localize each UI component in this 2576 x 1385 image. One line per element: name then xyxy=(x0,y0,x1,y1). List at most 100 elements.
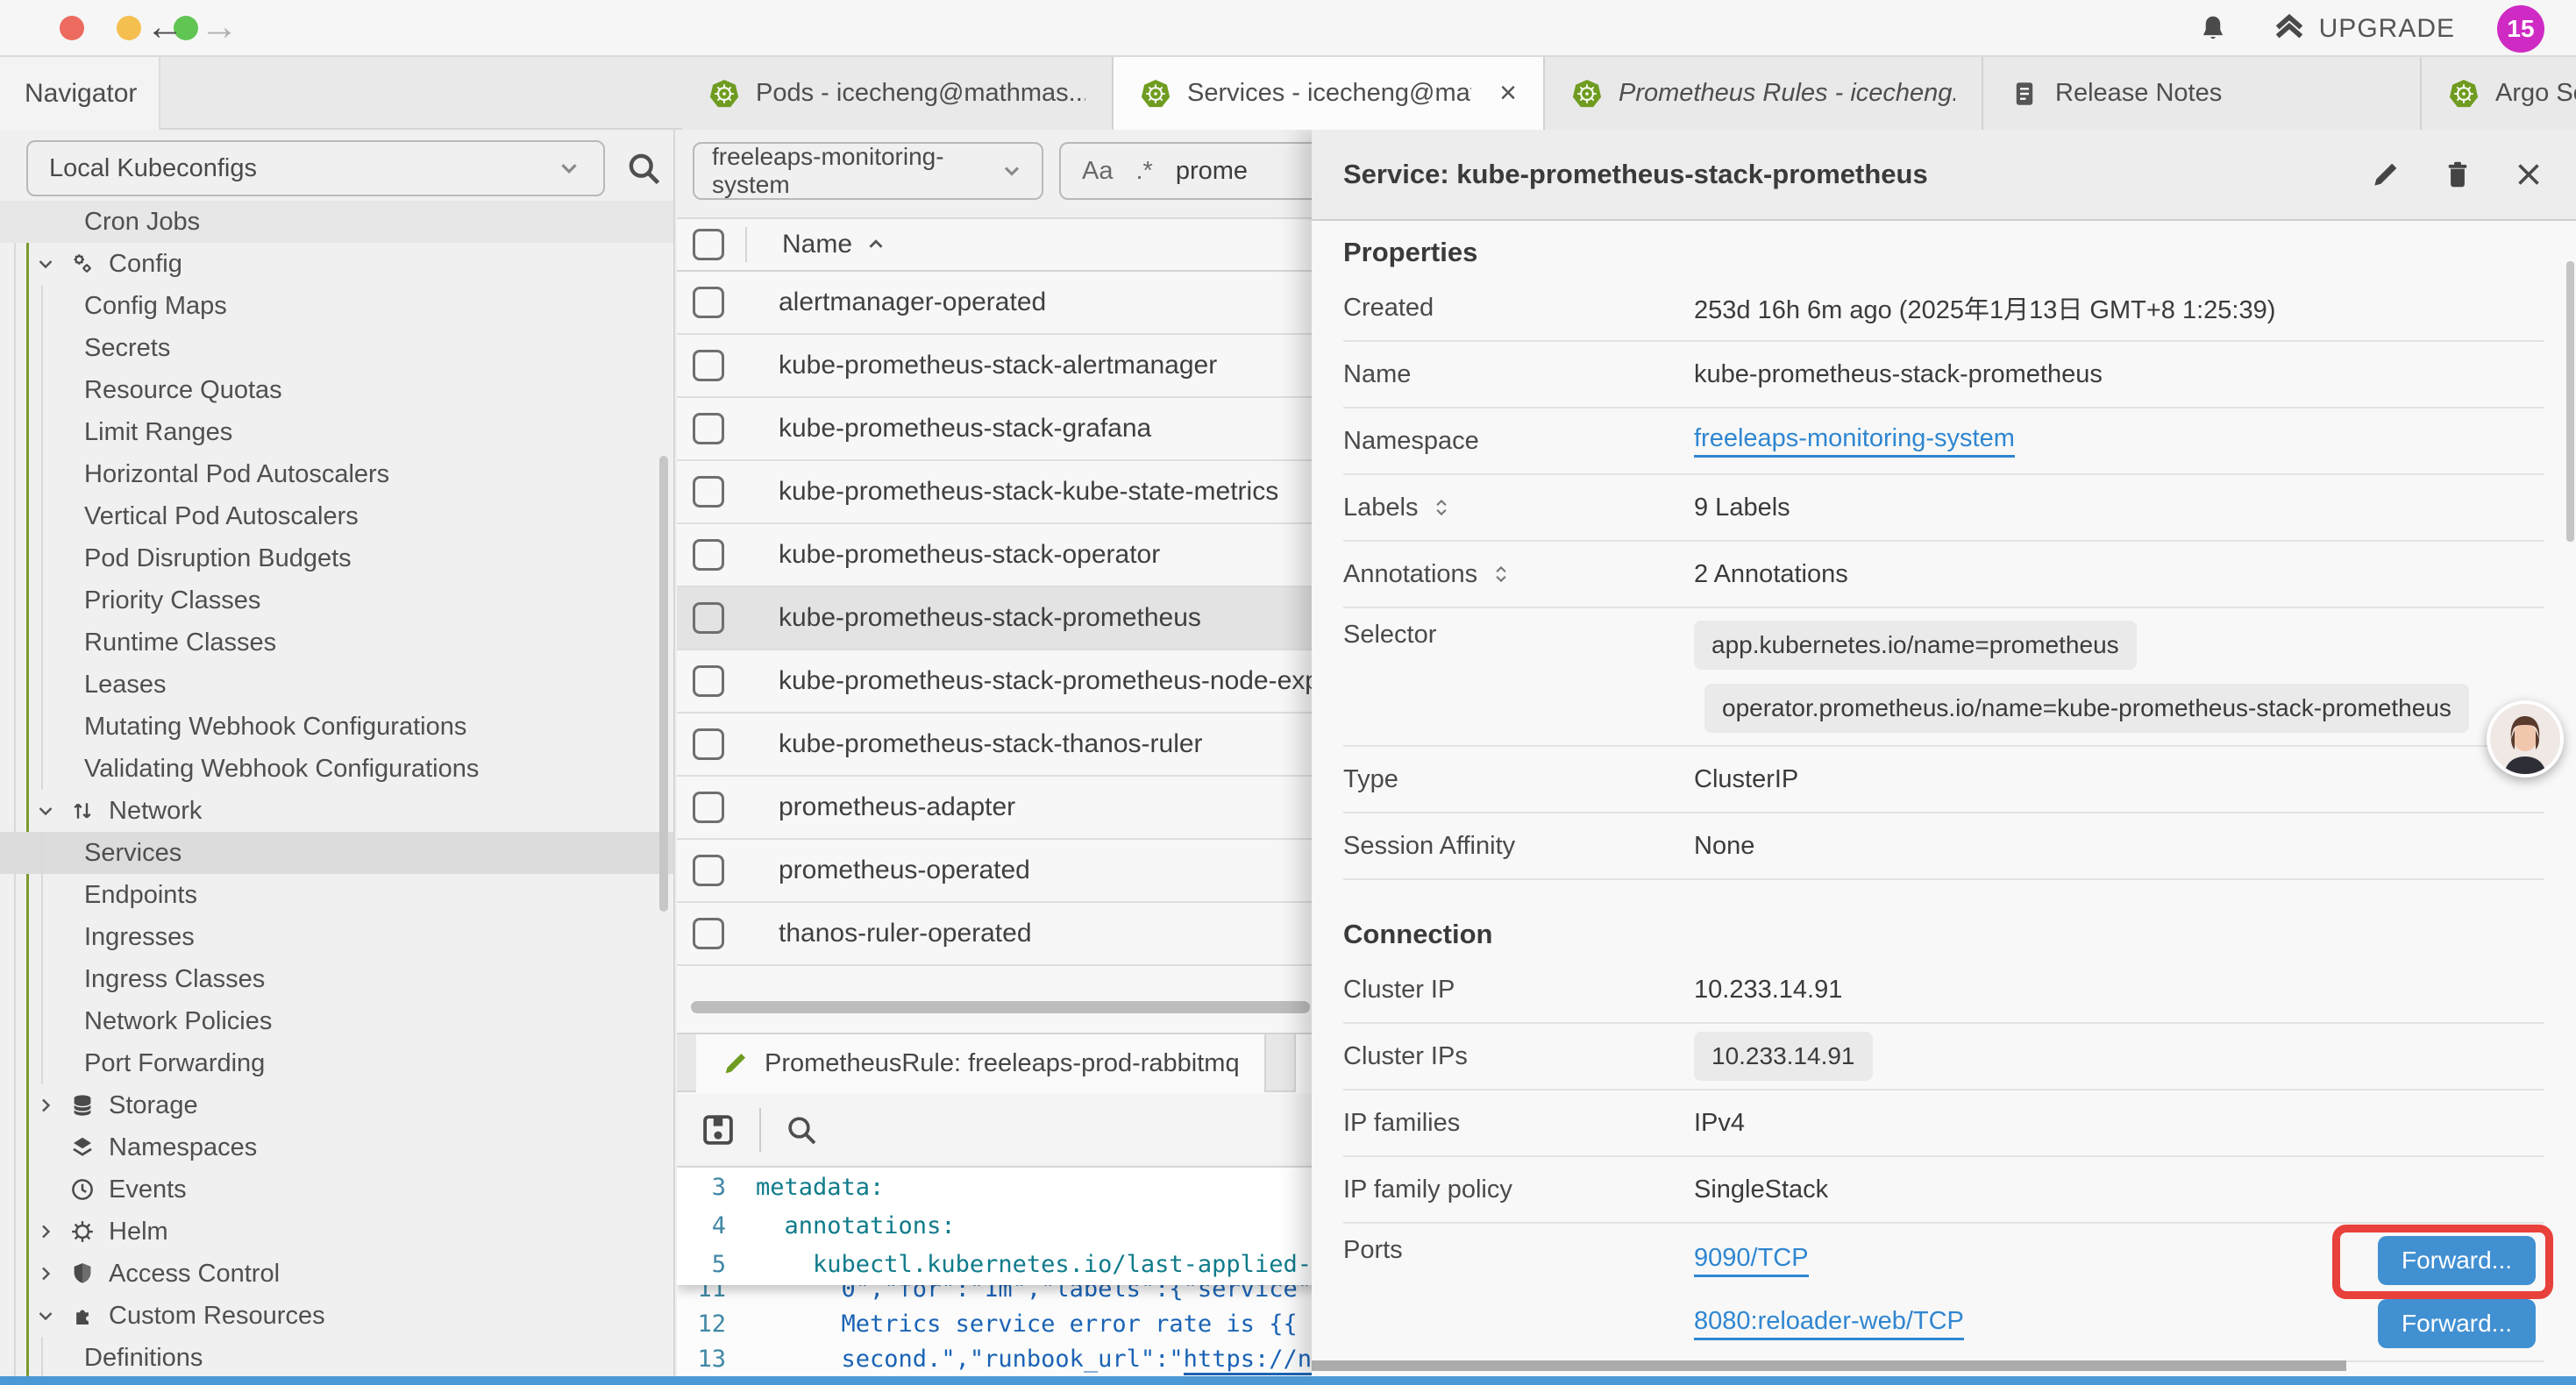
sidebar-item-config[interactable]: Config xyxy=(0,243,675,285)
sidebar-item-namespaces[interactable]: Namespaces xyxy=(0,1126,675,1168)
save-icon[interactable] xyxy=(700,1112,737,1148)
row-checkbox[interactable] xyxy=(693,665,724,697)
tab-close-icon[interactable]: × xyxy=(1499,76,1517,110)
upgrade-button[interactable]: UPGRADE xyxy=(2272,11,2455,46)
sidebar-item-port-forwarding[interactable]: Port Forwarding xyxy=(0,1042,675,1084)
editor-tab-prometheusrule[interactable]: PrometheusRule: freeleaps-prod-rabbitmq xyxy=(696,1034,1266,1092)
forward-arrow-icon[interactable]: → xyxy=(195,5,244,49)
detail-row-label: IP families xyxy=(1343,1109,1460,1138)
sidebar-item-ingress-classes[interactable]: Ingress Classes xyxy=(0,958,675,1000)
sidebar-item-limit-ranges[interactable]: Limit Ranges xyxy=(0,411,675,453)
sidebar-item-horizontal-pod-autoscalers[interactable]: Horizontal Pod Autoscalers xyxy=(0,453,675,495)
regex-toggle[interactable]: .* xyxy=(1135,157,1152,186)
row-checkbox[interactable] xyxy=(693,413,724,444)
chevron-down-icon[interactable] xyxy=(35,800,58,821)
row-checkbox[interactable] xyxy=(693,476,724,508)
document-tab-1[interactable]: Pods - icecheng@mathmas... xyxy=(682,57,1114,130)
document-tab-5[interactable]: Argo Se xyxy=(2422,57,2576,130)
detail-horizontal-scrollbar[interactable] xyxy=(1312,1360,2346,1371)
code-text: kubectl.kubernetes.io/last-applied-co xyxy=(756,1251,1340,1278)
sidebar-item-cron-jobs[interactable]: Cron Jobs xyxy=(0,201,675,243)
sidebar-item-secrets[interactable]: Secrets xyxy=(0,327,675,369)
sidebar-item-validating-webhook-configurations[interactable]: Validating Webhook Configurations xyxy=(0,748,675,790)
sidebar-item-runtime-classes[interactable]: Runtime Classes xyxy=(0,621,675,664)
user-avatar[interactable] xyxy=(2487,700,2564,778)
back-arrow-icon[interactable]: ← xyxy=(140,5,189,49)
sidebar-item-definitions[interactable]: Definitions xyxy=(0,1337,675,1378)
document-tab-2[interactable]: Services - icecheng@math... × xyxy=(1114,57,1545,130)
sort-toggle-icon[interactable] xyxy=(1430,496,1453,519)
section-heading-properties: Properties xyxy=(1343,221,2544,275)
sidebar-item-label: Events xyxy=(109,1175,187,1204)
edit-pencil-icon[interactable] xyxy=(2369,158,2402,191)
row-checkbox[interactable] xyxy=(693,539,724,571)
sidebar-item-resource-quotas[interactable]: Resource Quotas xyxy=(0,369,675,411)
sidebar-item-endpoints[interactable]: Endpoints xyxy=(0,874,675,916)
match-case-toggle[interactable]: Aa xyxy=(1082,157,1113,186)
forward-button[interactable]: Forward... xyxy=(2378,1236,2536,1285)
code-token: Metrics service error rate is {{ $va xyxy=(756,1310,1355,1338)
row-checkbox[interactable] xyxy=(693,287,724,318)
sidebar-item-events[interactable]: Events xyxy=(0,1168,675,1211)
row-checkbox[interactable] xyxy=(693,350,724,381)
sidebar-item-priority-classes[interactable]: Priority Classes xyxy=(0,579,675,621)
sidebar-item-custom-resources[interactable]: Custom Resources xyxy=(0,1295,675,1337)
sidebar-item-config-maps[interactable]: Config Maps xyxy=(0,285,675,327)
close-icon[interactable] xyxy=(2513,159,2544,190)
detail-value: 10.233.14.91 xyxy=(1694,976,1842,1005)
sidebar-item-label: Helm xyxy=(109,1218,168,1246)
code-token: kubectl.kubernetes.io/last-applied-co xyxy=(756,1251,1340,1278)
namespace-select[interactable]: freeleaps-monitoring-system xyxy=(693,142,1043,200)
row-checkbox[interactable] xyxy=(693,728,724,760)
chevron-down-icon[interactable] xyxy=(35,253,58,274)
detail-value: 2 Annotations xyxy=(1694,560,1848,589)
line-number: 12 xyxy=(677,1310,756,1338)
row-checkbox[interactable] xyxy=(693,602,724,634)
sidebar-item-pod-disruption-budgets[interactable]: Pod Disruption Budgets xyxy=(0,537,675,579)
detail-vertical-scrollbar[interactable] xyxy=(2566,261,2574,542)
select-all-checkbox[interactable] xyxy=(693,229,724,260)
notification-count-badge[interactable]: 15 xyxy=(2497,5,2544,53)
tab-label: Pods - icecheng@mathmas... xyxy=(756,79,1085,108)
navigator-scrollbar[interactable] xyxy=(659,456,668,912)
detail-row-label: Selector xyxy=(1343,621,1436,650)
sidebar-item-network-policies[interactable]: Network Policies xyxy=(0,1000,675,1042)
sort-toggle-icon[interactable] xyxy=(1490,563,1512,586)
editor-search-icon[interactable] xyxy=(784,1112,819,1147)
tab-label: Services - icecheng@math... xyxy=(1187,79,1471,108)
chevron-right-icon[interactable] xyxy=(35,1095,58,1116)
chevron-right-icon[interactable] xyxy=(35,1263,58,1284)
close-window-button[interactable] xyxy=(60,16,84,40)
detail-value-link[interactable]: 9090/TCP xyxy=(1694,1244,1809,1277)
document-tab-3[interactable]: Prometheus Rules - icecheng... xyxy=(1545,57,1983,130)
sidebar-item-mutating-webhook-configurations[interactable]: Mutating Webhook Configurations xyxy=(0,706,675,748)
minimize-window-button[interactable] xyxy=(117,16,141,40)
line-number: 3 xyxy=(677,1174,756,1201)
sidebar-item-helm[interactable]: Helm xyxy=(0,1211,675,1253)
sidebar-item-services[interactable]: Services xyxy=(0,832,675,874)
row-checkbox[interactable] xyxy=(693,792,724,823)
sidebar-item-storage[interactable]: Storage xyxy=(0,1084,675,1126)
sidebar-item-access-control[interactable]: Access Control xyxy=(0,1253,675,1295)
chevron-right-icon[interactable] xyxy=(35,1221,58,1242)
detail-value-link[interactable]: freeleaps-monitoring-system xyxy=(1694,424,2015,458)
detail-value-link[interactable]: 8080:reloader-web/TCP xyxy=(1694,1307,1964,1340)
sidebar-item-leases[interactable]: Leases xyxy=(0,664,675,706)
sort-ascending-icon[interactable] xyxy=(865,233,887,256)
delete-trash-icon[interactable] xyxy=(2441,158,2474,191)
navigator-panel-tab[interactable]: Navigator xyxy=(0,57,160,130)
name-column-header[interactable]: Name xyxy=(782,230,852,259)
bell-icon[interactable] xyxy=(2196,12,2230,46)
chevron-down-icon[interactable] xyxy=(35,1305,58,1326)
sidebar-item-ingresses[interactable]: Ingresses xyxy=(0,916,675,958)
table-horizontal-scrollbar[interactable] xyxy=(691,1001,1310,1013)
sidebar-item-network[interactable]: Network xyxy=(0,790,675,832)
row-checkbox[interactable] xyxy=(693,918,724,949)
line-number: 13 xyxy=(677,1346,756,1373)
kubeconfig-select[interactable]: Local Kubeconfigs xyxy=(26,140,605,196)
sidebar-item-vertical-pod-autoscalers[interactable]: Vertical Pod Autoscalers xyxy=(0,495,675,537)
document-tab-4[interactable]: Release Notes xyxy=(1983,57,2422,130)
forward-button[interactable]: Forward... xyxy=(2378,1299,2536,1348)
row-checkbox[interactable] xyxy=(693,855,724,886)
navigator-search-icon[interactable] xyxy=(624,149,663,192)
